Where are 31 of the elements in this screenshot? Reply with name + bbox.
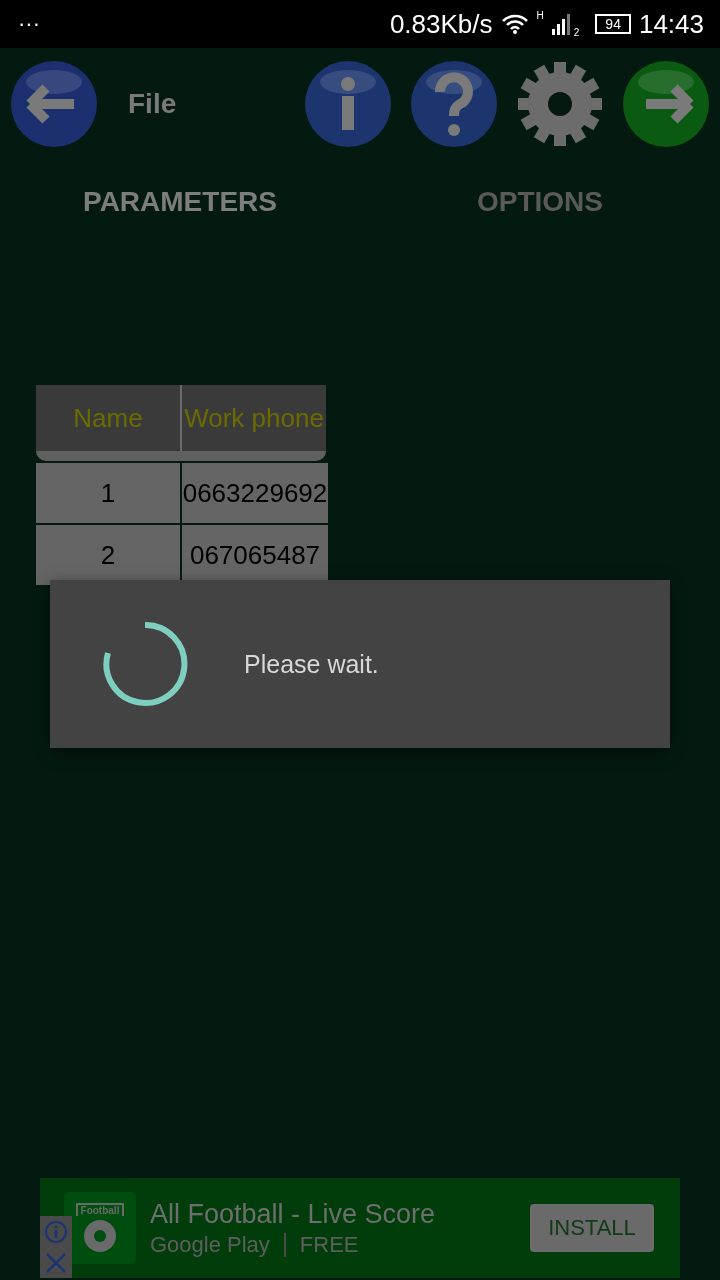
loading-spinner-icon	[102, 621, 188, 707]
dialog-message: Please wait.	[244, 649, 379, 679]
network-speed: 0.83Kb/s	[389, 8, 493, 40]
ad-price: FREE	[299, 1231, 359, 1258]
help-button[interactable]	[410, 60, 498, 148]
battery-level: 94	[595, 14, 631, 34]
column-header: Work phone	[180, 385, 326, 451]
install-button[interactable]: INSTALL	[530, 1204, 654, 1252]
table-cell: 0663229692	[182, 463, 328, 523]
sim-number: 2	[573, 27, 580, 38]
table-cell: 1	[36, 463, 180, 523]
clock: 14:43	[638, 8, 704, 40]
back-button[interactable]	[10, 60, 98, 148]
ad-title: All Football - Live Score	[150, 1198, 437, 1230]
table-cell: 2	[36, 525, 180, 585]
column-header: Name	[72, 402, 144, 435]
tab[interactable]: PARAMETERS	[0, 185, 360, 219]
tab[interactable]: OPTIONS	[360, 185, 720, 219]
soccer-ball-icon	[82, 1217, 118, 1254]
settings-button[interactable]	[516, 60, 604, 148]
network-type: H	[536, 10, 544, 21]
signal-icon	[551, 13, 572, 35]
info-button[interactable]	[304, 60, 392, 148]
ad-banner[interactable]: Football All Football - Live Score Google Play FREE INSTALL	[40, 1178, 680, 1278]
next-button[interactable]	[622, 60, 710, 148]
app-badge: Football	[75, 1202, 125, 1216]
screen-title: File	[128, 88, 178, 120]
overflow-menu-icon: ···	[18, 11, 382, 37]
separator	[283, 1232, 286, 1257]
store-name: Google Play	[150, 1231, 270, 1258]
wifi-icon	[500, 13, 529, 35]
